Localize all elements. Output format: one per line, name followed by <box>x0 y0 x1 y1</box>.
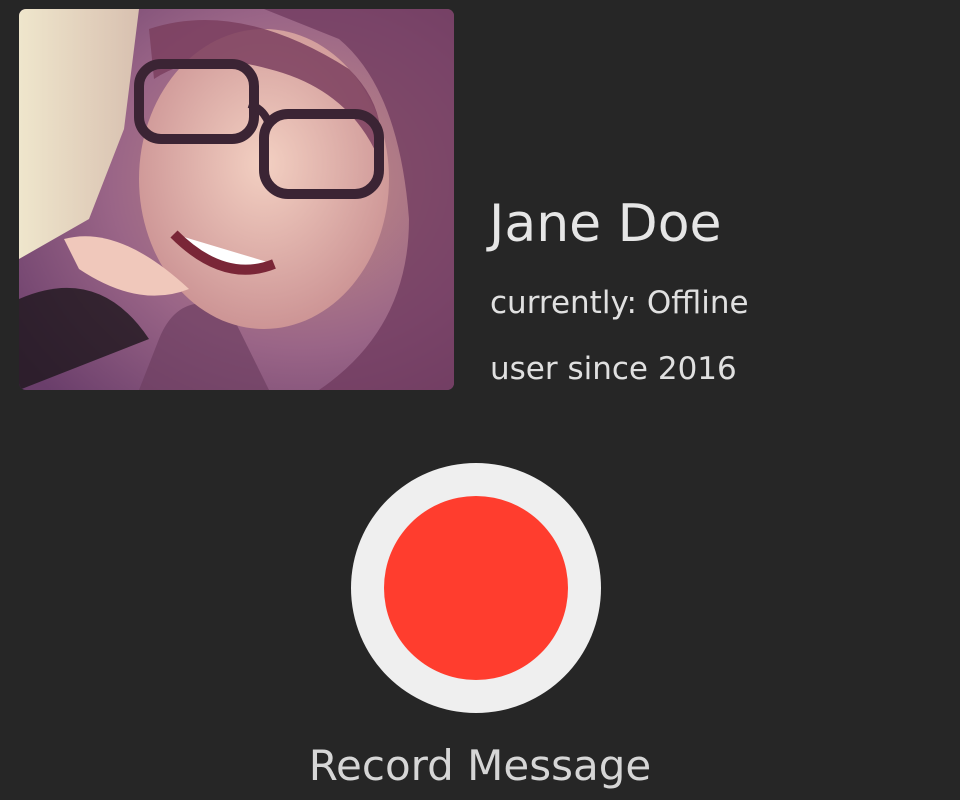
record-message-label[interactable]: Record Message <box>0 738 960 794</box>
record-icon <box>384 496 568 680</box>
member-since: user since 2016 <box>490 351 737 387</box>
record-button[interactable] <box>351 463 601 713</box>
user-status: currently: Offline <box>490 285 749 321</box>
profile-photo <box>19 9 454 390</box>
user-name: Jane Doe <box>489 194 722 254</box>
profile-avatar <box>19 9 454 390</box>
